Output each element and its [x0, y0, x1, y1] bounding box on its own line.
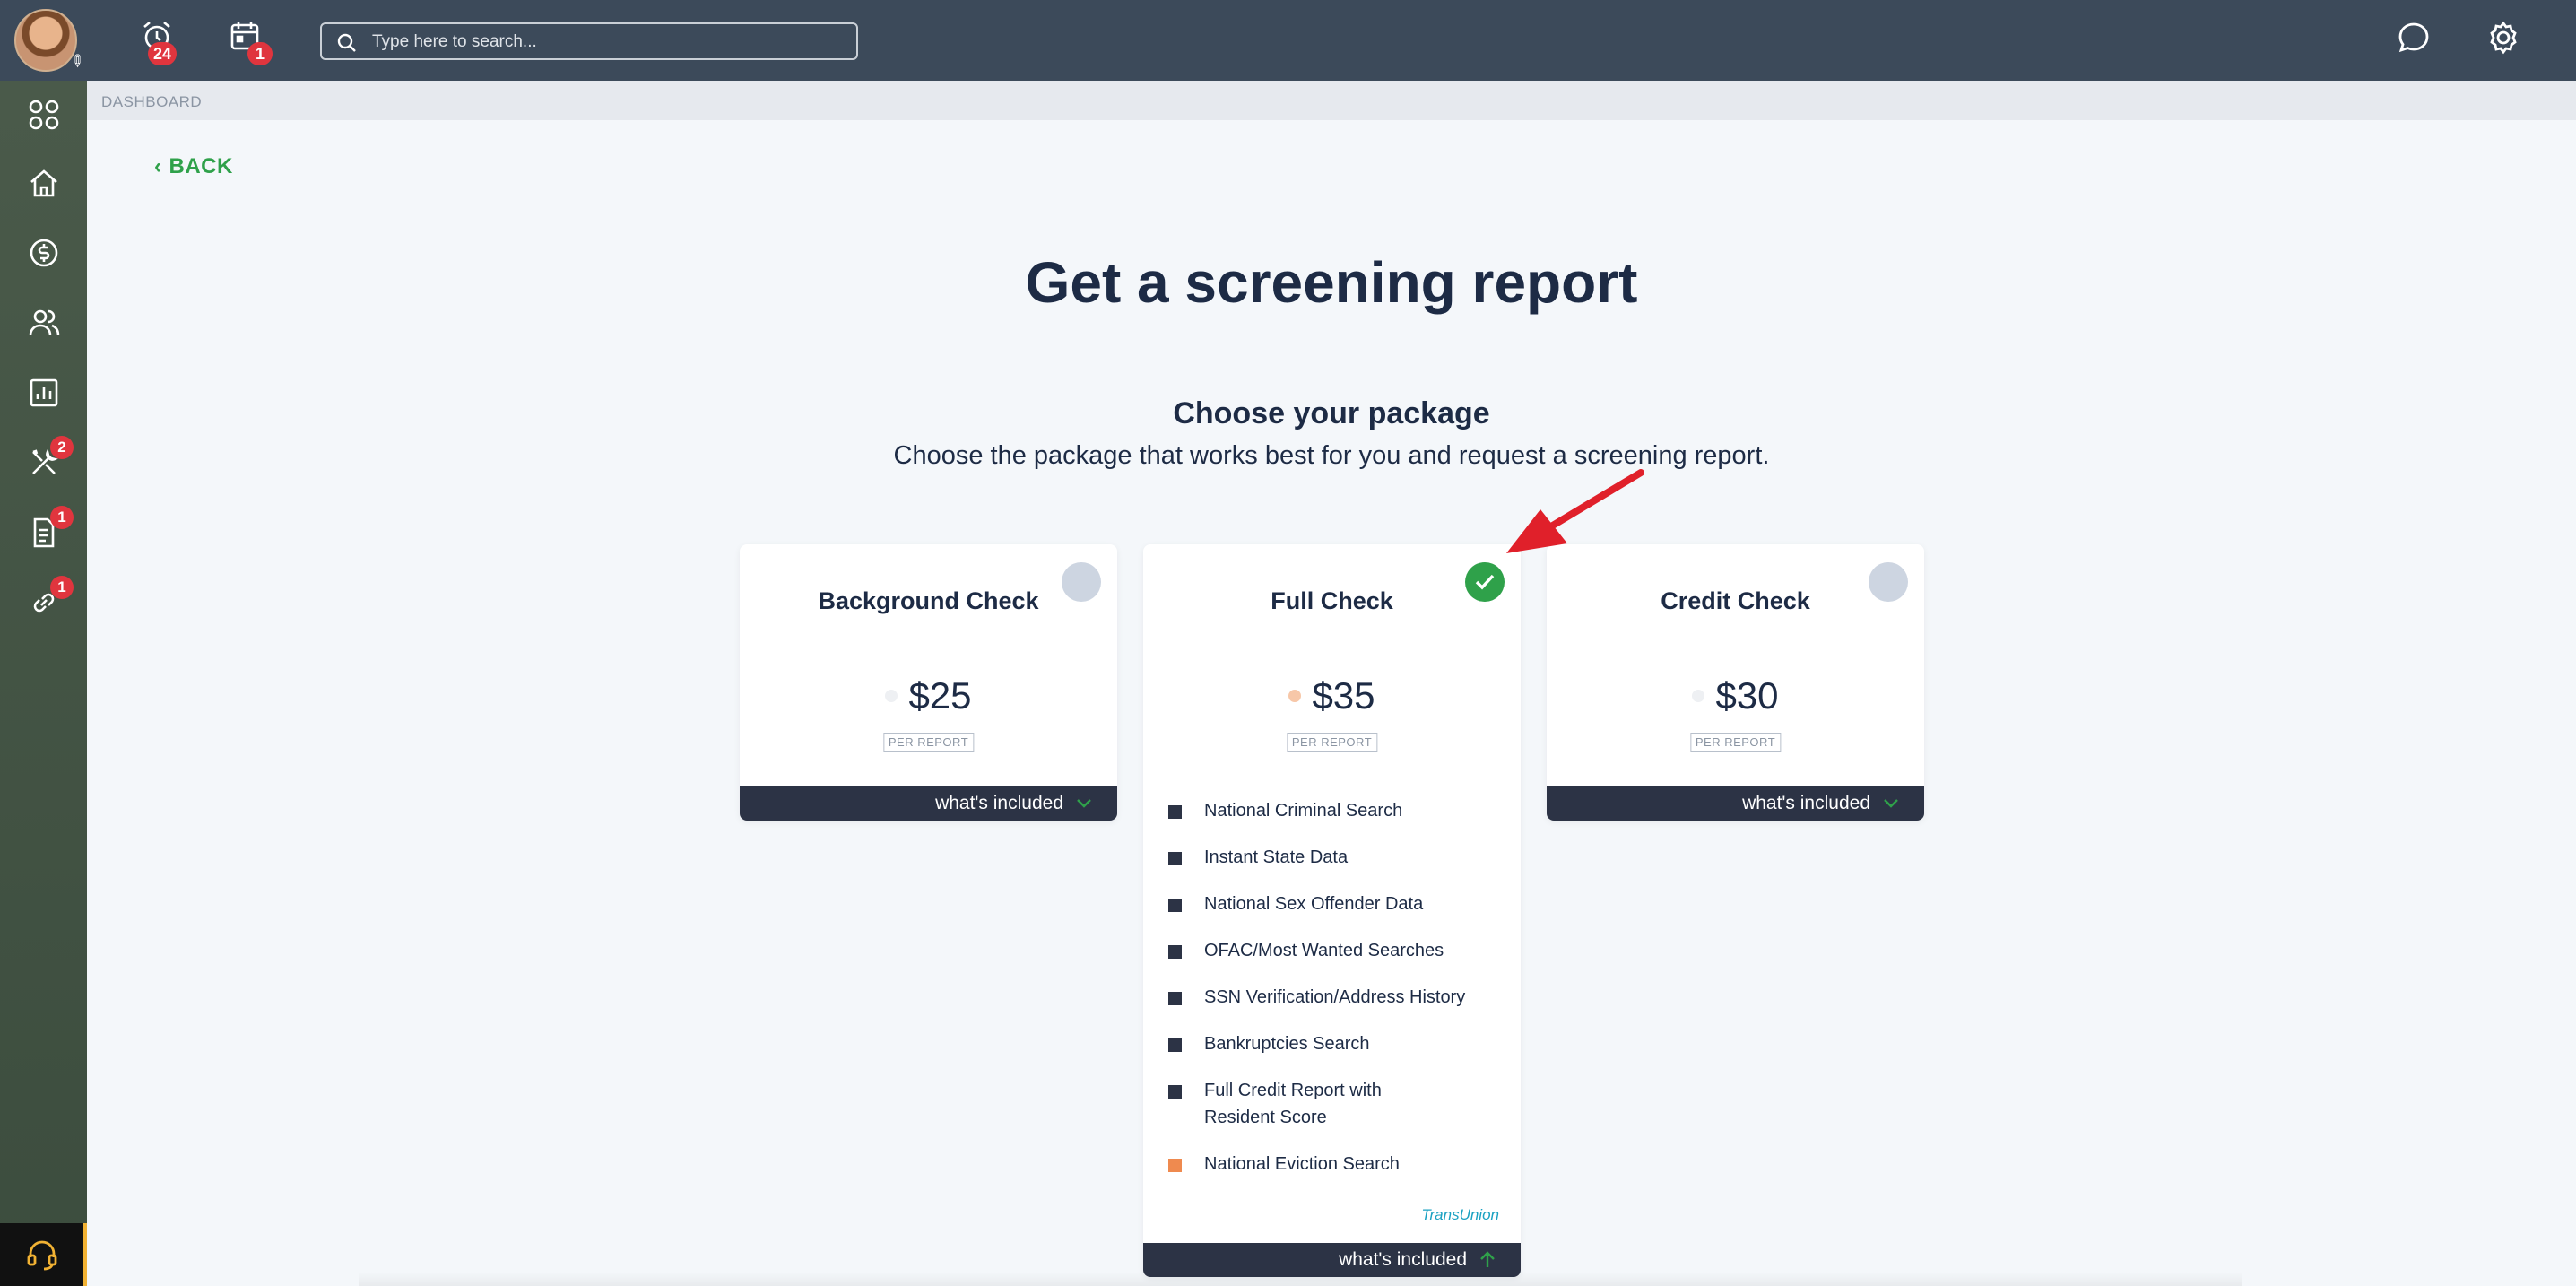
- page-bottom-shadow: [359, 1272, 2242, 1286]
- annotation-arrow: [1506, 469, 1644, 553]
